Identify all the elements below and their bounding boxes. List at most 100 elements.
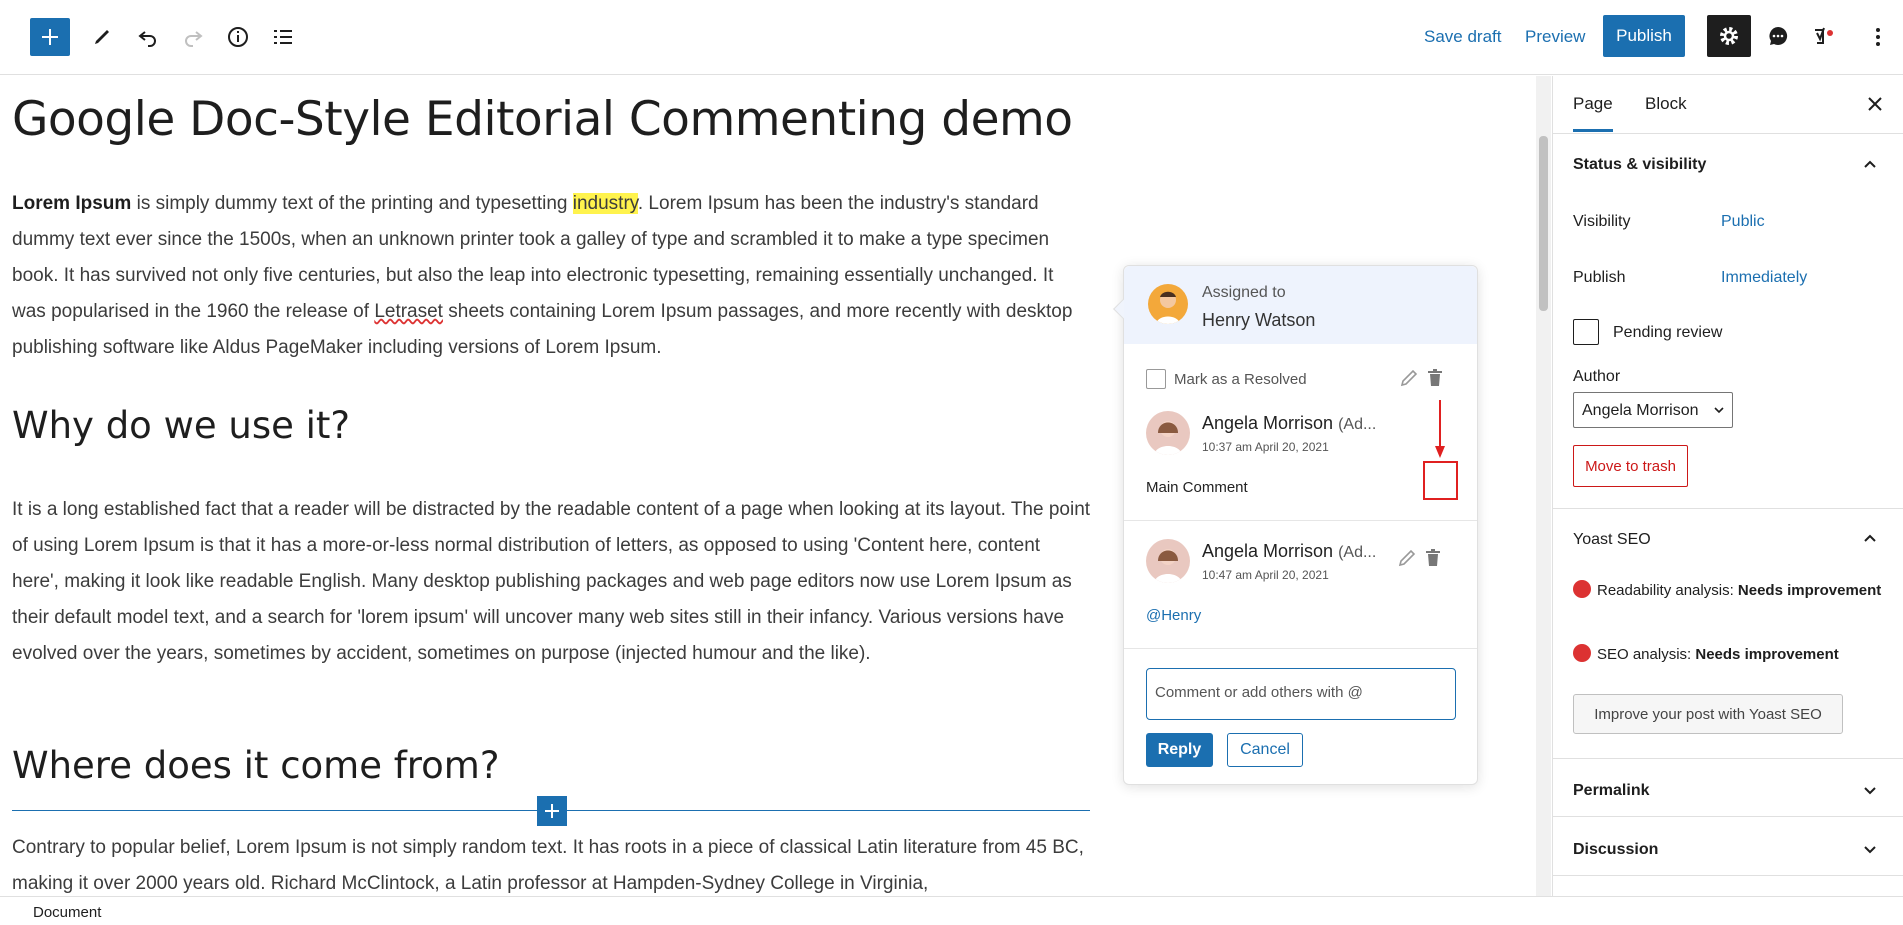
readability-analysis: Readability analysis: Needs improvement	[1573, 575, 1883, 607]
publish-date-toggle[interactable]: Immediately	[1721, 269, 1807, 287]
author-label: Author	[1573, 368, 1621, 385]
comment-bubble-icon	[1769, 26, 1788, 45]
seo-analysis: SEO analysis: Needs improvement	[1573, 639, 1883, 671]
sad-face-icon	[1573, 580, 1591, 598]
delete-thread-button[interactable]	[1424, 367, 1446, 389]
paragraph-block[interactable]: Lorem Ipsum is simply dummy text of the …	[12, 186, 1092, 366]
resolve-label: Mark as a Resolved	[1174, 370, 1307, 388]
highlighted-comment-text[interactable]: industry	[572, 193, 638, 214]
plus-icon	[42, 29, 58, 45]
edit-comment-button[interactable]	[1396, 547, 1418, 569]
annotation-arrow-icon	[1435, 400, 1445, 458]
heading-block[interactable]: Where does it come from?	[12, 744, 500, 787]
tools-button[interactable]	[83, 18, 121, 56]
commenter-avatar	[1146, 539, 1190, 583]
scrollbar-thumb[interactable]	[1539, 136, 1548, 311]
undo-button[interactable]	[129, 18, 167, 56]
tab-page[interactable]: Page	[1573, 94, 1613, 132]
comment-divider	[1124, 520, 1477, 521]
panel-status-visibility-title[interactable]: Status & visibility	[1573, 156, 1706, 174]
post-title[interactable]: Google Doc-Style Editorial Commenting de…	[12, 92, 1073, 147]
annotation-highlight-box	[1423, 461, 1458, 500]
pencil-icon	[95, 30, 109, 44]
comment-timestamp: 10:47 am April 20, 2021	[1202, 568, 1329, 582]
panel-divider	[1553, 508, 1903, 509]
reply-input[interactable]: Comment or add others with @	[1146, 668, 1456, 720]
list-view-icon	[274, 30, 292, 44]
chevron-up-icon[interactable]	[1860, 528, 1880, 548]
sad-face-icon	[1573, 644, 1591, 662]
comments-button[interactable]	[1759, 17, 1797, 55]
heading-block[interactable]: Why do we use it?	[12, 404, 350, 447]
chevron-up-icon[interactable]	[1860, 154, 1880, 174]
more-options-button[interactable]	[1868, 18, 1888, 56]
cancel-button[interactable]: Cancel	[1227, 733, 1303, 767]
undo-icon	[138, 31, 156, 47]
chevron-down-icon[interactable]	[1860, 780, 1880, 800]
comment-author: Angela Morrison (Ad...	[1202, 541, 1377, 561]
resolve-checkbox-row[interactable]: Mark as a Resolved	[1146, 369, 1307, 389]
panel-permalink-title[interactable]: Permalink	[1573, 782, 1649, 800]
commenter-avatar	[1146, 411, 1190, 455]
add-block-button[interactable]	[30, 18, 70, 56]
info-icon	[228, 27, 248, 47]
move-to-trash-button[interactable]: Move to trash	[1573, 445, 1688, 487]
chevron-down-icon	[1714, 407, 1724, 414]
redo-icon	[185, 31, 203, 47]
editor-top-toolbar: Save draft Preview Publish	[0, 0, 1903, 75]
gear-icon	[1720, 27, 1738, 45]
assigned-to-label: Assigned to	[1202, 284, 1286, 301]
paragraph-text: is simply dummy text of the printing and…	[131, 193, 573, 214]
publish-button[interactable]: Publish	[1603, 15, 1685, 57]
publish-label: Publish	[1573, 269, 1626, 286]
comment-timestamp: 10:37 am April 20, 2021	[1202, 440, 1329, 454]
author-select[interactable]: Angela Morrison	[1573, 392, 1733, 428]
footer-breadcrumb-bar: Document	[0, 896, 1903, 925]
visibility-label: Visibility	[1573, 213, 1631, 230]
trash-icon	[1426, 549, 1440, 566]
paragraph-block[interactable]: Contrary to popular belief, Lorem Ipsum …	[12, 830, 1092, 896]
paragraph-block[interactable]: It is a long established fact that a rea…	[12, 492, 1092, 672]
panel-divider	[1553, 816, 1903, 817]
visibility-toggle[interactable]: Public	[1721, 213, 1765, 231]
preview-button[interactable]: Preview	[1515, 18, 1595, 56]
resolve-checkbox[interactable]	[1146, 369, 1166, 389]
panel-divider	[1553, 875, 1903, 876]
comment-divider	[1124, 648, 1477, 649]
comment-mention[interactable]: @Henry	[1146, 607, 1201, 624]
close-icon[interactable]	[1863, 92, 1887, 116]
sidebar-tabs: Page Block	[1553, 76, 1903, 134]
reply-button[interactable]: Reply	[1146, 733, 1213, 767]
settings-button[interactable]	[1707, 15, 1751, 57]
delete-comment-button[interactable]	[1422, 547, 1444, 569]
improve-yoast-button[interactable]: Improve your post with Yoast SEO	[1573, 694, 1843, 734]
panel-divider	[1553, 758, 1903, 759]
settings-sidebar: Page Block Status & visibility Visibilit…	[1552, 76, 1903, 896]
yoast-button[interactable]	[1804, 17, 1842, 55]
details-button[interactable]	[219, 18, 257, 56]
list-view-button[interactable]	[264, 18, 302, 56]
assigned-to-header: Assigned to Henry Watson	[1124, 266, 1477, 344]
chevron-down-icon[interactable]	[1860, 839, 1880, 859]
comment-thread-popover: Assigned to Henry Watson Mark as a Resol…	[1113, 265, 1478, 785]
insert-block-button[interactable]	[537, 796, 567, 826]
tab-block[interactable]: Block	[1645, 94, 1687, 114]
bold-text: Lorem Ipsum	[12, 193, 132, 214]
trash-icon	[1428, 369, 1442, 386]
pencil-icon	[1398, 549, 1416, 567]
panel-discussion-title[interactable]: Discussion	[1573, 841, 1658, 859]
yoast-icon	[1815, 27, 1833, 44]
comment-author: Angela Morrison (Ad...	[1202, 413, 1377, 433]
pending-review-checkbox[interactable]	[1573, 319, 1599, 345]
redo-button[interactable]	[174, 18, 212, 56]
plus-icon	[545, 804, 559, 818]
breadcrumb-document[interactable]: Document	[33, 904, 101, 921]
more-vertical-icon	[1876, 28, 1880, 46]
assignee-avatar	[1148, 284, 1188, 324]
edit-thread-button[interactable]	[1398, 367, 1420, 389]
assignee-name: Henry Watson	[1202, 310, 1316, 330]
editor-scrollbar[interactable]	[1536, 76, 1551, 896]
misspelled-word: Letraset	[374, 301, 443, 322]
save-draft-button[interactable]: Save draft	[1414, 18, 1512, 56]
panel-yoast-title[interactable]: Yoast SEO	[1573, 531, 1651, 549]
